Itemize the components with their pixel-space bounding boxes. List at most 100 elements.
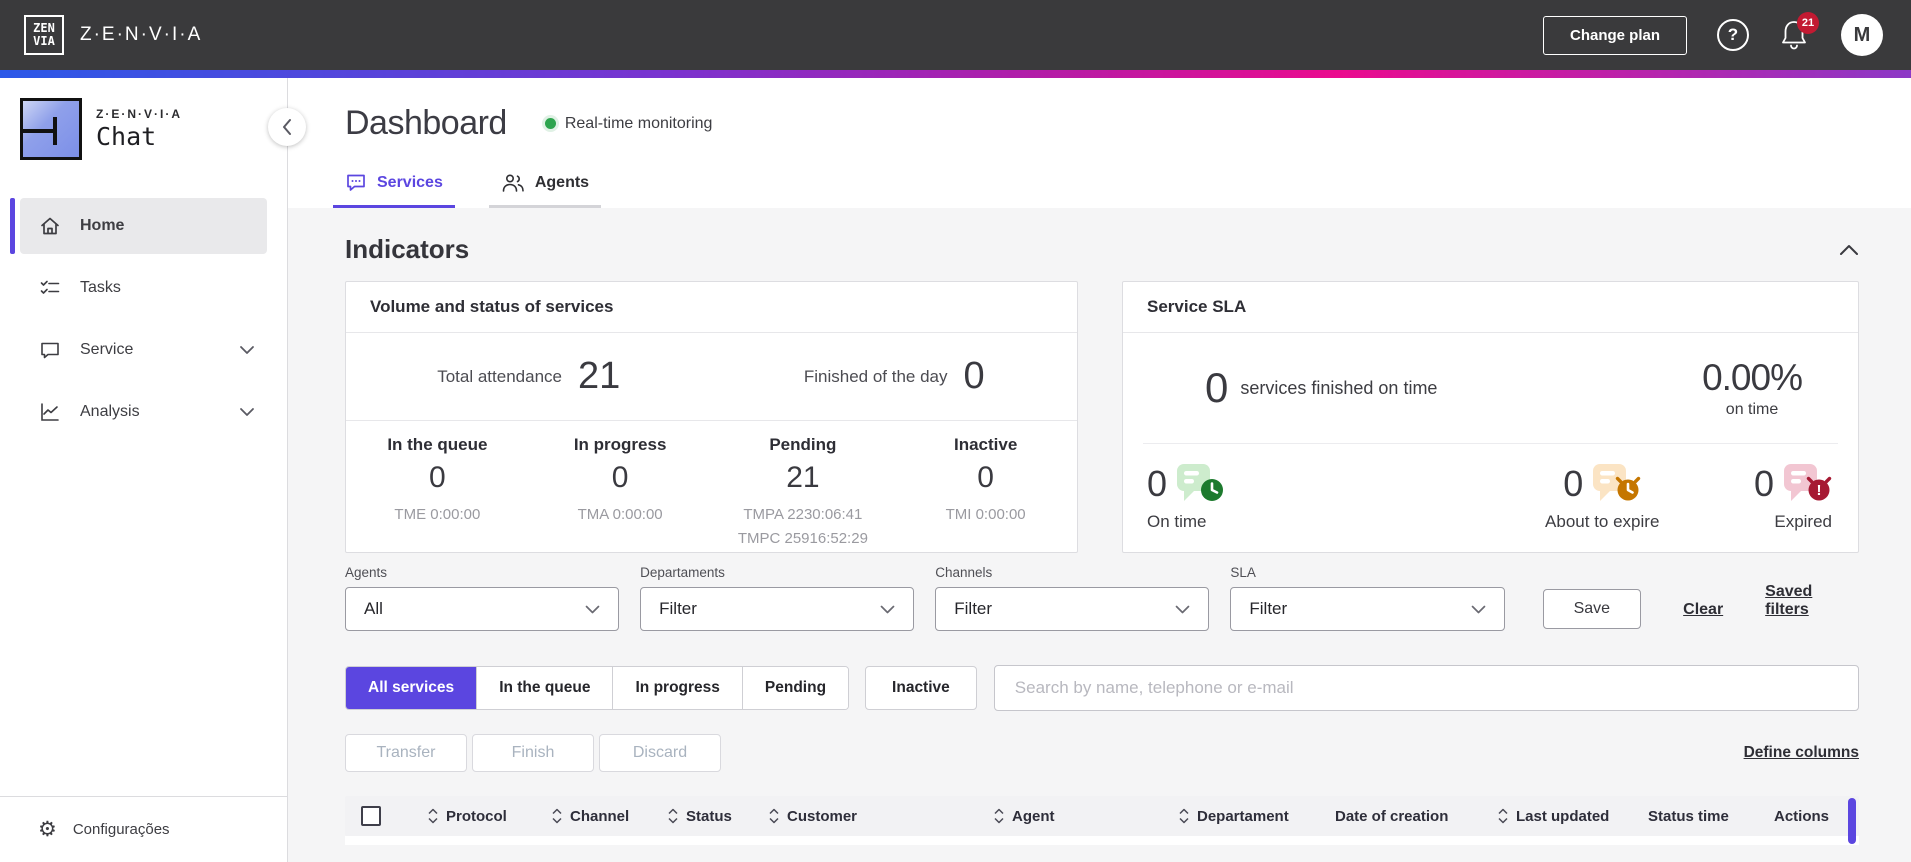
- about-to-expire-bubble-alarm-icon: [1593, 464, 1641, 501]
- sla-filter-select[interactable]: Filter: [1230, 587, 1505, 631]
- realtime-status-label: Real-time monitoring: [564, 114, 713, 132]
- chevron-down-icon: [240, 346, 254, 354]
- tab-services[interactable]: Services: [333, 173, 455, 208]
- collapse-indicators-chevron-up-icon[interactable]: [1839, 244, 1859, 256]
- page-title: Dashboard: [345, 104, 507, 142]
- sla-finished-label: services finished on time: [1240, 377, 1438, 398]
- column-actions[interactable]: Actions: [1774, 808, 1829, 825]
- sort-icon: [428, 808, 438, 824]
- agents-people-icon: [502, 174, 524, 192]
- clear-filters-link[interactable]: Clear: [1683, 601, 1723, 619]
- segment-pending[interactable]: Pending: [742, 667, 849, 709]
- segment-in-the-queue[interactable]: In the queue: [477, 667, 614, 709]
- dashboard-tabs: Services Agents: [333, 173, 1859, 208]
- segment-in-progress[interactable]: In progress: [613, 667, 743, 709]
- sidebar-item-label: Home: [80, 217, 125, 234]
- sidebar-item-settings[interactable]: ⚙ Configurações: [0, 796, 287, 862]
- save-filters-button[interactable]: Save: [1542, 589, 1642, 629]
- column-channel[interactable]: Channel: [551, 808, 667, 825]
- sort-icon: [668, 808, 678, 824]
- chevron-down-icon: [880, 605, 895, 613]
- analysis-chart-icon: [41, 403, 59, 421]
- volume-status-card: Volume and status of services Total atte…: [345, 281, 1078, 553]
- sla-filter-label: SLA: [1230, 565, 1256, 580]
- stat-pending: Pending 21 TMPA 2230:06:41 TMPC 25916:52…: [737, 435, 868, 547]
- tab-agents-label: Agents: [534, 174, 590, 191]
- chat-logo-brand: Z·E·N·V·I·A: [96, 107, 182, 121]
- chat-bubble-icon: [41, 342, 59, 359]
- agents-filter-select[interactable]: All: [345, 587, 620, 631]
- notification-badge: 21: [1797, 12, 1819, 34]
- services-table: Protocol Channel Status Customer Agent D…: [345, 796, 1859, 845]
- column-date-of-creation[interactable]: Date of creation: [1335, 808, 1497, 825]
- sla-finished-value: 0: [1205, 364, 1229, 411]
- column-departament[interactable]: Departament: [1178, 808, 1335, 825]
- service-sla-card: Service SLA 0 services finished on time …: [1122, 281, 1859, 553]
- service-status-segments: All services In the queue In progress Pe…: [345, 666, 850, 710]
- channels-filter-select[interactable]: Filter: [935, 587, 1210, 631]
- column-customer[interactable]: Customer: [768, 808, 993, 825]
- chevron-down-icon: [1471, 605, 1485, 613]
- total-attendance-label: Total attendance: [437, 366, 562, 386]
- sidebar-item-home[interactable]: Home: [10, 198, 267, 254]
- sidebar-menu: Home Tasks Service Analysis: [10, 198, 267, 446]
- sidebar-item-tasks[interactable]: Tasks: [20, 260, 267, 316]
- finished-day-label: Finished of the day: [803, 366, 948, 386]
- chevron-left-icon: [283, 119, 291, 135]
- agents-filter-label: Agents: [345, 565, 388, 580]
- column-last-updated[interactable]: Last updated: [1497, 808, 1648, 825]
- brand-wordmark: Z·E·N·V·I·A: [80, 24, 203, 45]
- transfer-button[interactable]: Transfer: [345, 734, 467, 772]
- stat-in-progress: In progress 0 TMA 0:00:00: [573, 435, 667, 523]
- sidebar: Z·E·N·V·I·A Chat Home Tasks Service Anal…: [0, 78, 306, 862]
- column-agent[interactable]: Agent: [993, 808, 1178, 825]
- define-columns-link[interactable]: Define columns: [1744, 744, 1859, 762]
- chevron-down-icon: [240, 408, 254, 416]
- zenvia-logo-line2: VIA: [33, 34, 55, 48]
- gear-icon: ⚙: [38, 818, 57, 841]
- search-input[interactable]: [993, 665, 1859, 711]
- table-scrollbar[interactable]: [1848, 798, 1856, 844]
- main-content: Dashboard Real-time monitoring Services: [288, 78, 1911, 862]
- sla-percent-label: on time: [1725, 401, 1779, 418]
- sla-about-to-expire: 0 About to expire: [1545, 463, 1660, 531]
- select-all-checkbox[interactable]: [361, 806, 381, 826]
- segment-inactive[interactable]: Inactive: [865, 666, 977, 710]
- sort-icon: [994, 808, 1004, 824]
- departments-filter-select[interactable]: Filter: [640, 587, 915, 631]
- channels-filter-label: Channels: [935, 565, 993, 580]
- column-status-time[interactable]: Status time: [1648, 808, 1774, 825]
- sort-icon: [769, 808, 779, 824]
- sidebar-item-service[interactable]: Service: [20, 322, 267, 378]
- sla-expired: 0 ! Expired: [1753, 463, 1832, 531]
- notifications-button[interactable]: 21: [1779, 12, 1819, 52]
- segment-all-services[interactable]: All services: [346, 667, 478, 709]
- svg-text:!: !: [1817, 482, 1822, 499]
- zenvia-chat-logo: Z·E·N·V·I·A Chat: [20, 98, 287, 160]
- sidebar-item-analysis[interactable]: Analysis: [20, 384, 267, 440]
- on-time-bubble-clock-icon: [1177, 464, 1224, 501]
- column-protocol[interactable]: Protocol: [427, 808, 551, 825]
- settings-label: Configurações: [72, 821, 170, 838]
- table-header-row: Protocol Channel Status Customer Agent D…: [345, 796, 1859, 836]
- services-toolbar: All services In the queue In progress Pe…: [345, 665, 1859, 711]
- avatar[interactable]: M: [1841, 14, 1883, 56]
- stat-in-the-queue: In the queue 0 TME 0:00:00: [387, 435, 488, 523]
- help-icon[interactable]: ?: [1717, 19, 1749, 51]
- total-attendance-value: 21: [577, 355, 621, 397]
- sidebar-item-label: Service: [80, 341, 134, 358]
- change-plan-button[interactable]: Change plan: [1542, 15, 1687, 55]
- saved-filters-link[interactable]: Saved filters: [1765, 583, 1859, 619]
- services-bubble-icon: [347, 174, 365, 191]
- finish-button[interactable]: Finish: [472, 734, 594, 772]
- tab-agents[interactable]: Agents: [488, 173, 602, 208]
- sidebar-collapse-button[interactable]: [268, 108, 306, 146]
- sidebar-item-label: Analysis: [80, 403, 140, 420]
- column-status[interactable]: Status: [667, 808, 768, 825]
- discard-button[interactable]: Discard: [599, 734, 721, 772]
- chevron-down-icon: [1176, 605, 1190, 613]
- filters-row: Agents All Departaments Filter Channels …: [345, 565, 1859, 631]
- sla-percent-value: 0.00%: [1702, 357, 1803, 398]
- stat-inactive: Inactive 0 TMI 0:00:00: [945, 435, 1026, 523]
- realtime-status: Real-time monitoring: [544, 114, 713, 133]
